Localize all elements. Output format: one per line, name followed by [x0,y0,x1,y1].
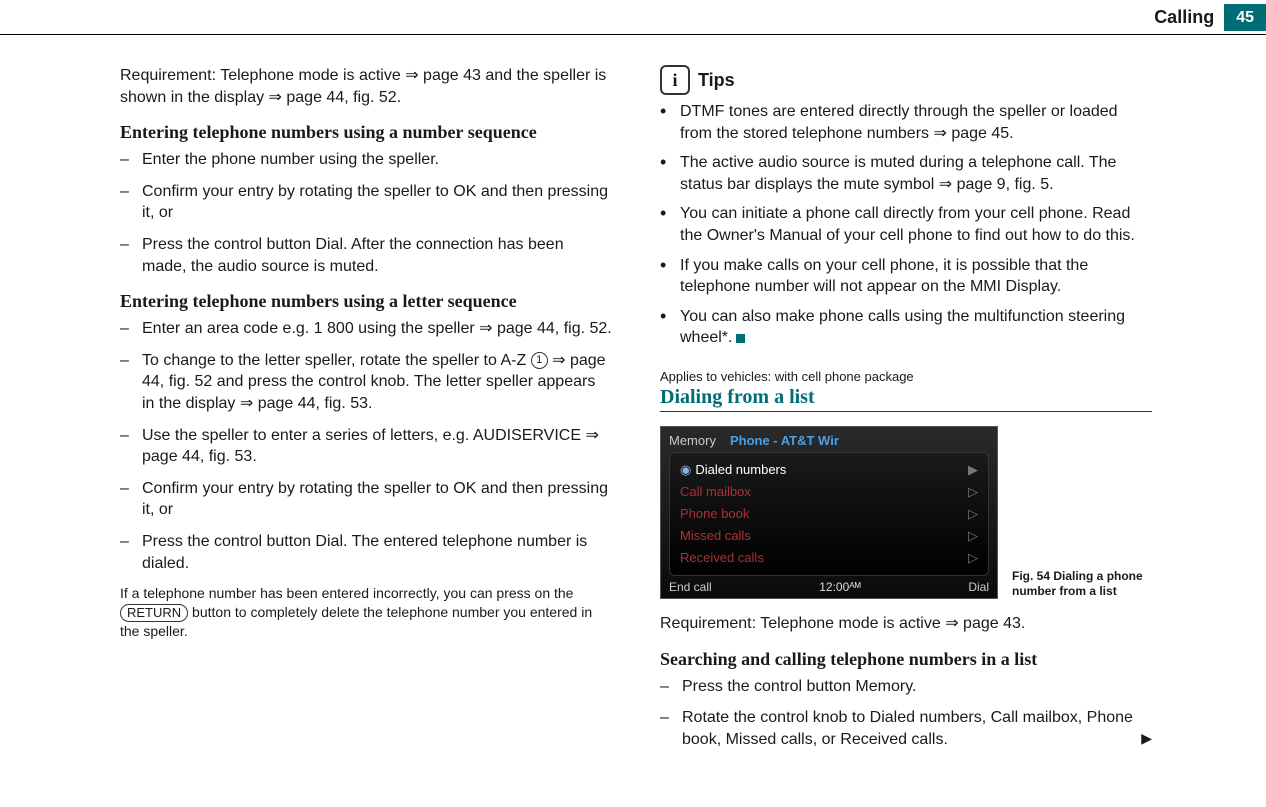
step: Confirm your entry by rotating the spell… [120,478,612,521]
subheading-letter-sequence: Entering telephone numbers using a lette… [120,291,612,312]
mmi-menu-item-selected: ◉Dialed numbers▶ [680,459,978,481]
right-column: i Tips DTMF tones are entered directly t… [660,65,1152,760]
step: Enter the phone number using the speller… [120,149,612,171]
step: To change to the letter speller, rotate … [120,350,612,415]
mmi-screenshot: Memory Phone - AT&T Wir ◉Dialed numbers▶… [660,426,998,599]
end-of-section-icon [736,334,745,343]
step-text: Rotate the control knob to Dialed number… [682,709,1133,748]
step: Use the speller to enter a series of let… [120,425,612,468]
steps-number-sequence: Enter the phone number using the speller… [120,149,612,277]
mmi-menu-item: Phone book ▷ [680,503,978,525]
left-column: Requirement: Telephone mode is active ⇒ … [120,65,612,760]
note-text: button to completely delete the telephon… [120,604,592,639]
mmi-menu-item: Call mailbox ▷ [680,481,978,503]
step: Confirm your entry by rotating the spell… [120,181,612,224]
mmi-menu-item: Received calls ▷ [680,547,978,569]
mmi-item-label: Phone book [680,506,749,521]
steps-searching: Press the control button Memory. Rotate … [660,676,1152,751]
note-paragraph: If a telephone number has been entered i… [120,584,612,641]
subheading-number-sequence: Entering telephone numbers using a numbe… [120,122,612,143]
continue-arrow-icon: ▶ [1141,729,1152,748]
steps-letter-sequence: Enter an area code e.g. 1 800 using the … [120,318,612,574]
step-text: To change to the letter speller, rotate … [142,352,531,369]
page-header: Calling 45 [0,4,1266,35]
mmi-item-label: Received calls [680,550,764,565]
tips-heading: i Tips [660,65,1152,95]
step: Rotate the control knob to Dialed number… [660,707,1152,750]
section-title-dialing: Dialing from a list [660,386,1152,412]
tip: If you make calls on your cell phone, it… [660,255,1152,298]
mmi-clock: 12:00ᴬᴹ [819,580,861,594]
step: Enter an area code e.g. 1 800 using the … [120,318,612,340]
step: Press the control button Memory. [660,676,1152,698]
mmi-bottom-left: End call [669,580,712,594]
step: Press the control button Dial. After the… [120,234,612,277]
mmi-title: Phone - AT&T Wir [730,433,839,448]
tips-label: Tips [698,70,735,91]
chevron-right-icon: ▷ [968,506,978,522]
requirement-paragraph: Requirement: Telephone mode is active ⇒ … [660,613,1152,635]
figure-row: Memory Phone - AT&T Wir ◉Dialed numbers▶… [660,426,1152,599]
mmi-item-label: Dialed numbers [695,462,786,477]
mmi-corner-label: Memory [669,433,716,448]
chevron-right-icon: ▷ [968,528,978,544]
tip: The active audio source is muted during … [660,152,1152,195]
applies-to-note: Applies to vehicles: with cell phone pac… [660,369,1152,384]
figure-caption: Fig. 54 Dialing a phone number from a li… [1012,569,1152,599]
return-key-icon: RETURN [120,604,188,622]
chevron-right-icon: ▷ [968,484,978,500]
callout-number-icon: 1 [531,352,548,369]
subheading-searching: Searching and calling telephone numbers … [660,649,1152,670]
mmi-menu-item: Missed calls ▷ [680,525,978,547]
tip: You can initiate a phone call directly f… [660,203,1152,246]
section-name: Calling [1144,4,1224,31]
page-number: 45 [1224,4,1266,31]
tip-text: You can also make phone calls using the … [680,308,1125,347]
step: Press the control button Dial. The enter… [120,531,612,574]
note-text: If a telephone number has been entered i… [120,585,573,601]
page-body: Requirement: Telephone mode is active ⇒ … [0,35,1266,780]
info-icon: i [660,65,690,95]
tips-list: DTMF tones are entered directly through … [660,101,1152,349]
mmi-menu: ◉Dialed numbers▶ Call mailbox▷ Phone boo… [669,452,989,576]
chevron-right-icon: ▷ [968,550,978,566]
mmi-item-label: Missed calls [680,528,751,543]
tip: You can also make phone calls using the … [660,306,1152,349]
mmi-item-label: Call mailbox [680,484,751,499]
tip: DTMF tones are entered directly through … [660,101,1152,144]
mmi-bottom-right: Dial [968,580,989,594]
intro-paragraph: Requirement: Telephone mode is active ⇒ … [120,65,612,108]
chevron-right-icon: ▶ [968,462,978,478]
